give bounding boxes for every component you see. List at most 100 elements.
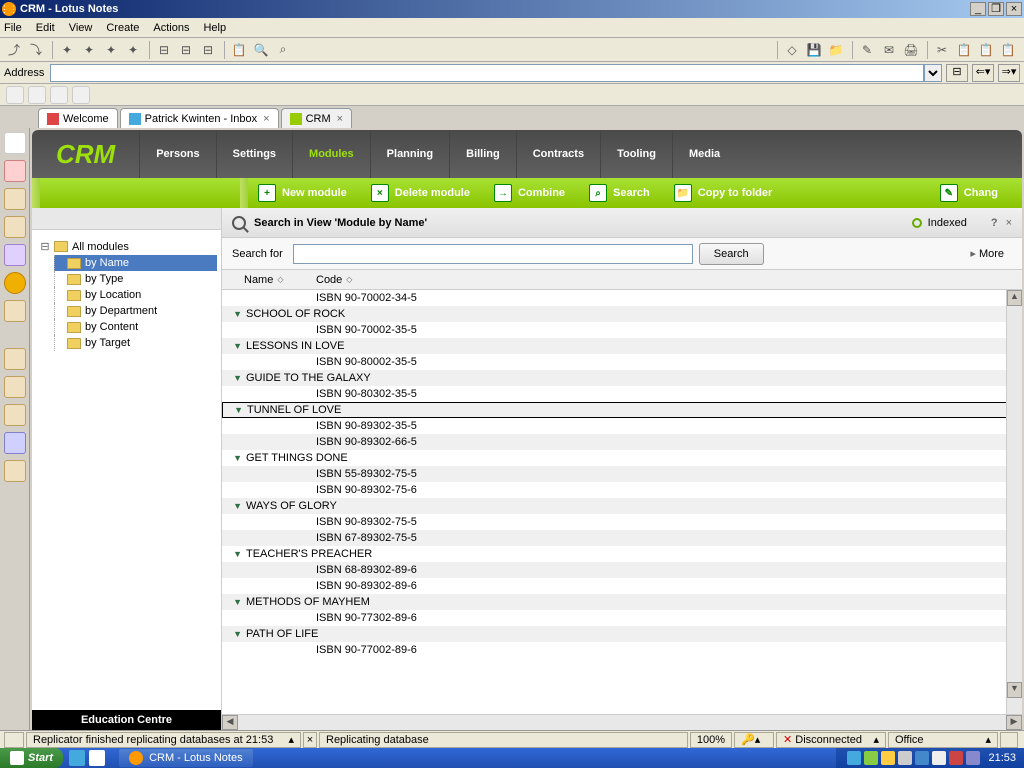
collapse-icon[interactable]: ▼: [222, 341, 246, 351]
scroll-right-icon[interactable]: ▶: [1006, 715, 1022, 730]
tool-icon[interactable]: ✦: [101, 40, 121, 60]
action-button[interactable]: +New module: [258, 184, 347, 202]
tool-icon[interactable]: 📋: [229, 40, 249, 60]
search-button[interactable]: Search: [699, 243, 764, 265]
tab-inbox[interactable]: Patrick Kwinten - Inbox ×: [120, 108, 279, 128]
table-row[interactable]: ISBN 90-89302-35-5: [222, 418, 1022, 434]
collapse-icon[interactable]: ▼: [222, 501, 246, 511]
menu-help[interactable]: Help: [203, 22, 226, 34]
dropdown-icon[interactable]: ▴: [985, 733, 991, 746]
collapse-icon[interactable]: ▼: [222, 549, 246, 559]
status-zoom[interactable]: 100%: [690, 732, 732, 748]
table-row[interactable]: ISBN 90-89302-75-6: [222, 482, 1022, 498]
tool-icon[interactable]: ✎: [857, 40, 877, 60]
table-row[interactable]: ▼TEACHER'S PREACHER: [222, 546, 1022, 562]
table-row[interactable]: ▼GET THINGS DONE: [222, 450, 1022, 466]
tool-icon[interactable]: ✉: [879, 40, 899, 60]
close-button[interactable]: ×: [1006, 2, 1022, 16]
table-row[interactable]: ISBN 90-77302-89-6: [222, 610, 1022, 626]
maximize-button[interactable]: ❐: [988, 2, 1004, 16]
desktop-icon[interactable]: [89, 750, 105, 766]
sort-icon[interactable]: ◇: [277, 275, 283, 284]
nav-tab[interactable]: Persons: [139, 130, 215, 178]
table-row[interactable]: ▼TUNNEL OF LOVE: [222, 402, 1022, 418]
table-row[interactable]: ▼WAYS OF GLORY: [222, 498, 1022, 514]
tool-icon[interactable]: ⤵: [26, 40, 46, 60]
action-button[interactable]: ⌕Search: [589, 184, 650, 202]
tree-root[interactable]: ⊟ All modules: [36, 238, 217, 255]
tool-icon[interactable]: 📋: [976, 40, 996, 60]
table-row[interactable]: ▼PATH OF LIFE: [222, 626, 1022, 642]
collapse-icon[interactable]: ▼: [222, 309, 246, 319]
status-replicator[interactable]: Replicator finished replicating database…: [26, 732, 301, 748]
column-code[interactable]: Code ◇: [316, 274, 352, 286]
address-input[interactable]: [50, 64, 924, 82]
tray-icon[interactable]: [847, 751, 861, 765]
tab-welcome[interactable]: Welcome: [38, 108, 118, 128]
tray-icon[interactable]: [881, 751, 895, 765]
collapse-icon[interactable]: ⊟: [40, 240, 50, 253]
tree-item[interactable]: by Department: [54, 303, 217, 319]
tool-icon[interactable]: ⊟: [154, 40, 174, 60]
nav-tab[interactable]: Planning: [370, 130, 449, 178]
rail-icon[interactable]: [4, 348, 26, 370]
taskbar-app[interactable]: CRM - Lotus Notes: [119, 749, 253, 767]
tool-icon[interactable]: 🔍: [251, 40, 271, 60]
rail-icon[interactable]: [4, 460, 26, 482]
collapse-icon[interactable]: ▼: [222, 453, 246, 463]
tab-close-icon[interactable]: ×: [263, 113, 269, 125]
tab-crm[interactable]: CRM ×: [281, 108, 353, 128]
menu-edit[interactable]: Edit: [36, 22, 55, 34]
table-row[interactable]: ISBN 90-80002-35-5: [222, 354, 1022, 370]
table-row[interactable]: ▼LESSONS IN LOVE: [222, 338, 1022, 354]
chat-icon[interactable]: [6, 86, 24, 104]
action-button[interactable]: ×Delete module: [371, 184, 470, 202]
search-input[interactable]: [293, 244, 693, 264]
status-connection[interactable]: ✕ Disconnected ▴: [776, 732, 886, 748]
go-button[interactable]: ⊟: [946, 64, 968, 82]
tool-icon[interactable]: ⊟: [176, 40, 196, 60]
vertical-scrollbar[interactable]: ▲ ▼: [1006, 290, 1022, 714]
tray-icon[interactable]: [949, 751, 963, 765]
table-row[interactable]: ISBN 90-89302-89-6: [222, 578, 1022, 594]
tool-icon[interactable]: ⤴: [4, 40, 24, 60]
nav-tab[interactable]: Contracts: [516, 130, 600, 178]
table-row[interactable]: ISBN 90-70002-34-5: [222, 290, 1022, 306]
tree-item[interactable]: by Name: [54, 255, 217, 271]
tool-icon[interactable]: ✦: [123, 40, 143, 60]
tool-icon[interactable]: 💾: [804, 40, 824, 60]
table-row[interactable]: ISBN 67-89302-75-5: [222, 530, 1022, 546]
horizontal-scrollbar[interactable]: ◀ ▶: [222, 714, 1022, 730]
chat-icon[interactable]: [28, 86, 46, 104]
tool-icon[interactable]: 📁: [826, 40, 846, 60]
tool-icon[interactable]: ✂: [932, 40, 952, 60]
status-icon[interactable]: [4, 732, 24, 748]
menu-actions[interactable]: Actions: [153, 22, 189, 34]
sort-icon[interactable]: ◇: [346, 275, 352, 284]
scroll-down-icon[interactable]: ▼: [1007, 682, 1022, 698]
address-dropdown[interactable]: [924, 64, 942, 82]
table-row[interactable]: ISBN 90-89302-66-5: [222, 434, 1022, 450]
tool-icon[interactable]: ✦: [79, 40, 99, 60]
nav-tab[interactable]: Billing: [449, 130, 516, 178]
tool-icon[interactable]: ⊟: [198, 40, 218, 60]
menu-file[interactable]: File: [4, 22, 22, 34]
more-link[interactable]: More: [970, 247, 1004, 260]
action-button[interactable]: →Combine: [494, 184, 565, 202]
tree-item[interactable]: by Location: [54, 287, 217, 303]
status-key-icon[interactable]: 🔑▴: [734, 732, 774, 748]
nav-tab[interactable]: Media: [672, 130, 736, 178]
collapse-icon[interactable]: ▼: [222, 629, 246, 639]
note-icon[interactable]: [72, 86, 90, 104]
table-row[interactable]: ISBN 90-70002-35-5: [222, 322, 1022, 338]
table-row[interactable]: ISBN 90-77002-89-6: [222, 642, 1022, 658]
person-icon[interactable]: [50, 86, 68, 104]
help-button[interactable]: ?: [991, 217, 998, 229]
start-button[interactable]: Start: [0, 748, 63, 768]
tool-icon[interactable]: ⌕: [273, 40, 293, 60]
nav-tab[interactable]: Settings: [216, 130, 292, 178]
collapse-icon[interactable]: ▼: [222, 597, 246, 607]
action-button[interactable]: 📁Copy to folder: [674, 184, 773, 202]
tool-icon[interactable]: ◇: [782, 40, 802, 60]
tool-icon[interactable]: ✦: [57, 40, 77, 60]
